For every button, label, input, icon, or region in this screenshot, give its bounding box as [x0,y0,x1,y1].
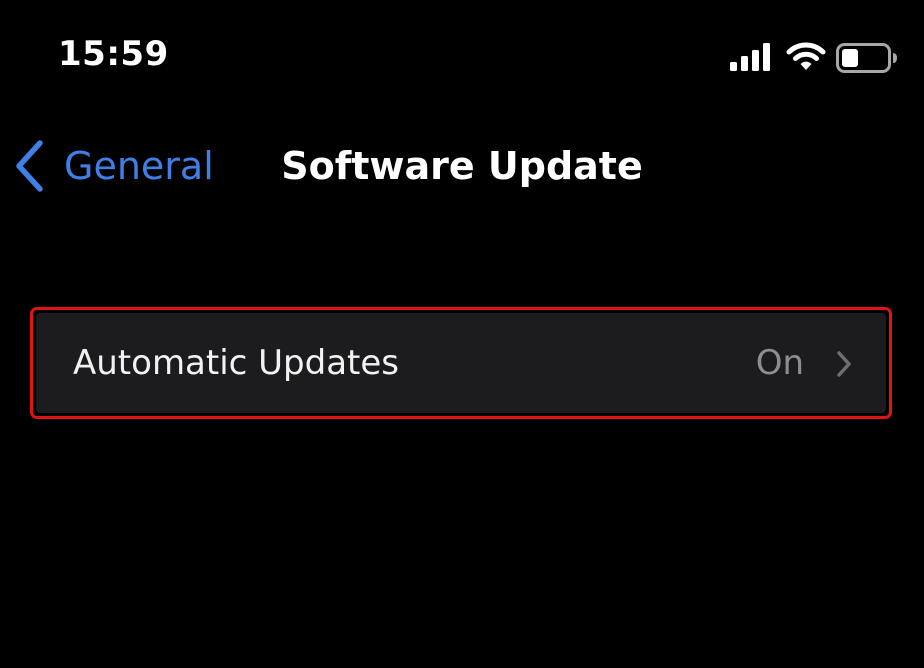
status-time: 15:59 [58,34,169,74]
wifi-icon [786,42,826,70]
back-button-label: General [64,144,214,188]
status-icons [728,40,900,76]
highlight-box [30,307,892,419]
battery-icon [836,43,897,73]
chevron-left-icon [16,140,43,192]
back-button[interactable]: General [14,138,214,194]
cellular-signal-icon [730,43,770,71]
software-update-screen: 15:59 Software Update General Automatic … [0,0,924,668]
